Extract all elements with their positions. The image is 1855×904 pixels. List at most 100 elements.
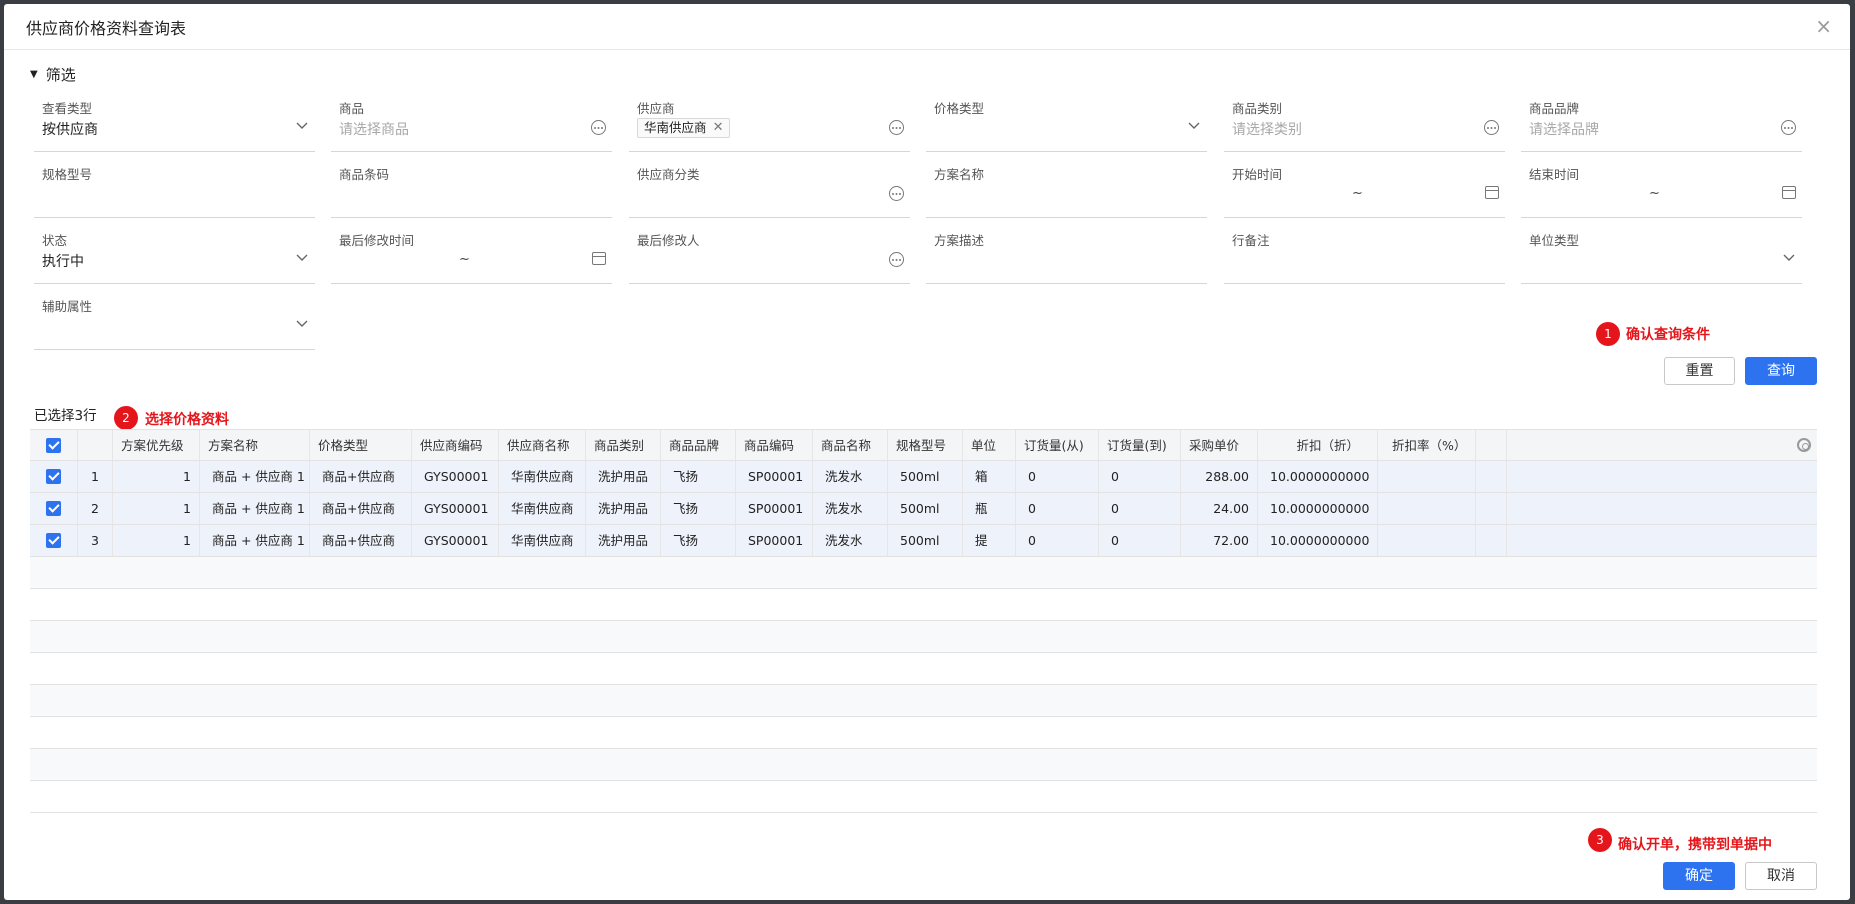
column-header[interactable]: 单位 xyxy=(963,430,1016,460)
field-label: 开始时间 xyxy=(1232,167,1283,182)
spacer-cell xyxy=(1476,461,1507,492)
selected-count: 已选择3行 xyxy=(34,408,97,424)
cancel-button[interactable]: 取消 xyxy=(1745,862,1817,890)
field-label: 供应商 xyxy=(637,101,675,116)
table-cell: SP00001 xyxy=(736,461,813,492)
column-header[interactable]: 商品类别 xyxy=(586,430,661,460)
table-cell: SP00001 xyxy=(736,525,813,556)
column-header[interactable]: 方案优先级 xyxy=(113,430,200,460)
column-header[interactable]: 方案名称 xyxy=(200,430,310,460)
product-category-field[interactable]: 商品类别 请选择类别 xyxy=(1224,98,1505,152)
row-number-header xyxy=(78,430,113,460)
supplier-category-field[interactable]: 供应商分类 xyxy=(629,164,910,218)
aux-attribute-select[interactable]: 辅助属性 xyxy=(34,296,315,350)
step-annotation-3: 确认开单，携带到单据中 xyxy=(1618,837,1772,853)
field-label: 商品品牌 xyxy=(1529,101,1580,116)
unit-type-select[interactable]: 单位类型 xyxy=(1521,230,1802,284)
range-separator: ~ xyxy=(1352,186,1363,201)
table-row[interactable]: 3 1 商品 + 供应商 1 商品+供应商 GYS00001 华南供应商 洗护用… xyxy=(30,525,1817,557)
confirm-button[interactable]: 确定 xyxy=(1663,862,1735,890)
table-cell: GYS00001 xyxy=(412,493,499,524)
status-select[interactable]: 状态 执行中 xyxy=(34,230,315,284)
supplier-tag-label: 华南供应商 xyxy=(644,120,707,135)
field-label: 商品条码 xyxy=(339,167,390,182)
spacer-header xyxy=(1476,430,1507,460)
column-header[interactable]: 折扣率（%） xyxy=(1378,430,1476,460)
column-header[interactable]: 供应商名称 xyxy=(499,430,586,460)
last-modifier-field[interactable]: 最后修改人 xyxy=(629,230,910,284)
more-dots-icon[interactable] xyxy=(889,252,904,267)
column-header[interactable]: 折扣（折） xyxy=(1258,430,1378,460)
table-cell: 洗护用品 xyxy=(586,493,661,524)
barcode-field[interactable]: 商品条码 xyxy=(331,164,612,218)
end-time-range[interactable]: 结束时间 ~ xyxy=(1521,164,1802,218)
column-settings-icon[interactable] xyxy=(1797,438,1811,452)
field-label: 行备注 xyxy=(1232,233,1270,248)
table-cell: 500ml xyxy=(888,461,963,492)
field-label: 辅助属性 xyxy=(42,299,93,314)
column-header[interactable]: 订货量(从) xyxy=(1016,430,1099,460)
supplier-field[interactable]: 供应商 华南供应商 ✕ xyxy=(629,98,910,152)
row-number: 1 xyxy=(78,461,113,492)
table-row[interactable]: 1 1 商品 + 供应商 1 商品+供应商 GYS00001 华南供应商 洗护用… xyxy=(30,461,1817,493)
view-type-select[interactable]: 查看类型 按供应商 xyxy=(34,98,315,152)
table-cell xyxy=(1378,493,1476,524)
row-note-field[interactable]: 行备注 xyxy=(1224,230,1505,284)
filler-cell xyxy=(1507,493,1817,524)
table-cell: 飞扬 xyxy=(661,493,736,524)
table-cell xyxy=(1378,461,1476,492)
column-header[interactable]: 价格类型 xyxy=(310,430,412,460)
table-cell: 华南供应商 xyxy=(499,525,586,556)
price-type-select[interactable]: 价格类型 xyxy=(926,98,1207,152)
empty-row xyxy=(30,749,1817,781)
more-dots-icon[interactable] xyxy=(889,120,904,135)
column-header[interactable]: 商品编码 xyxy=(736,430,813,460)
calendar-icon[interactable] xyxy=(1782,186,1796,199)
filter-section-toggle[interactable]: ▼ 筛选 xyxy=(30,64,76,85)
plan-description-field[interactable]: 方案描述 xyxy=(926,230,1207,284)
more-dots-icon[interactable] xyxy=(889,186,904,201)
close-icon[interactable]: × xyxy=(1815,16,1832,36)
column-header[interactable]: 规格型号 xyxy=(888,430,963,460)
table-cell: 洗护用品 xyxy=(586,525,661,556)
select-all-checkbox[interactable] xyxy=(30,430,78,460)
more-dots-icon[interactable] xyxy=(1484,120,1499,135)
reset-button[interactable]: 重置 xyxy=(1664,357,1735,385)
table-row[interactable]: 2 1 商品 + 供应商 1 商品+供应商 GYS00001 华南供应商 洗护用… xyxy=(30,493,1817,525)
row-number: 2 xyxy=(78,493,113,524)
spec-field[interactable]: 规格型号 xyxy=(34,164,315,218)
table-cell: 商品+供应商 xyxy=(310,525,412,556)
column-header[interactable]: 订货量(到) xyxy=(1099,430,1181,460)
table-cell: 华南供应商 xyxy=(499,493,586,524)
table-cell: 1 xyxy=(113,525,200,556)
empty-row xyxy=(30,557,1817,589)
column-header[interactable]: 采购单价 xyxy=(1181,430,1258,460)
calendar-icon[interactable] xyxy=(592,252,606,265)
table-cell: 10.0000000000 xyxy=(1258,461,1378,492)
column-header[interactable]: 商品品牌 xyxy=(661,430,736,460)
more-dots-icon[interactable] xyxy=(591,120,606,135)
column-header[interactable]: 商品名称 xyxy=(813,430,888,460)
row-checkbox[interactable] xyxy=(30,493,78,524)
calendar-icon[interactable] xyxy=(1485,186,1499,199)
product-brand-field[interactable]: 商品品牌 请选择品牌 xyxy=(1521,98,1802,152)
row-checkbox[interactable] xyxy=(30,525,78,556)
start-time-range[interactable]: 开始时间 ~ xyxy=(1224,164,1505,218)
row-checkbox[interactable] xyxy=(30,461,78,492)
step-badge-3: 3 xyxy=(1588,828,1612,852)
plan-name-field[interactable]: 方案名称 xyxy=(926,164,1207,218)
table-cell: 商品+供应商 xyxy=(310,461,412,492)
chevron-down-icon xyxy=(296,254,308,261)
column-header[interactable]: 供应商编码 xyxy=(412,430,499,460)
last-modified-time-range[interactable]: 最后修改时间 ~ xyxy=(331,230,612,284)
query-button[interactable]: 查询 xyxy=(1745,357,1817,385)
chevron-down-icon xyxy=(296,320,308,327)
more-dots-icon[interactable] xyxy=(1781,120,1796,135)
field-label: 方案名称 xyxy=(934,167,985,182)
step-annotation-2: 选择价格资料 xyxy=(145,412,229,428)
range-separator: ~ xyxy=(1649,186,1660,201)
tag-remove-icon[interactable]: ✕ xyxy=(713,119,724,137)
filler-cell xyxy=(1507,525,1817,556)
table-cell: 1 xyxy=(113,493,200,524)
product-field[interactable]: 商品 请选择商品 xyxy=(331,98,612,152)
